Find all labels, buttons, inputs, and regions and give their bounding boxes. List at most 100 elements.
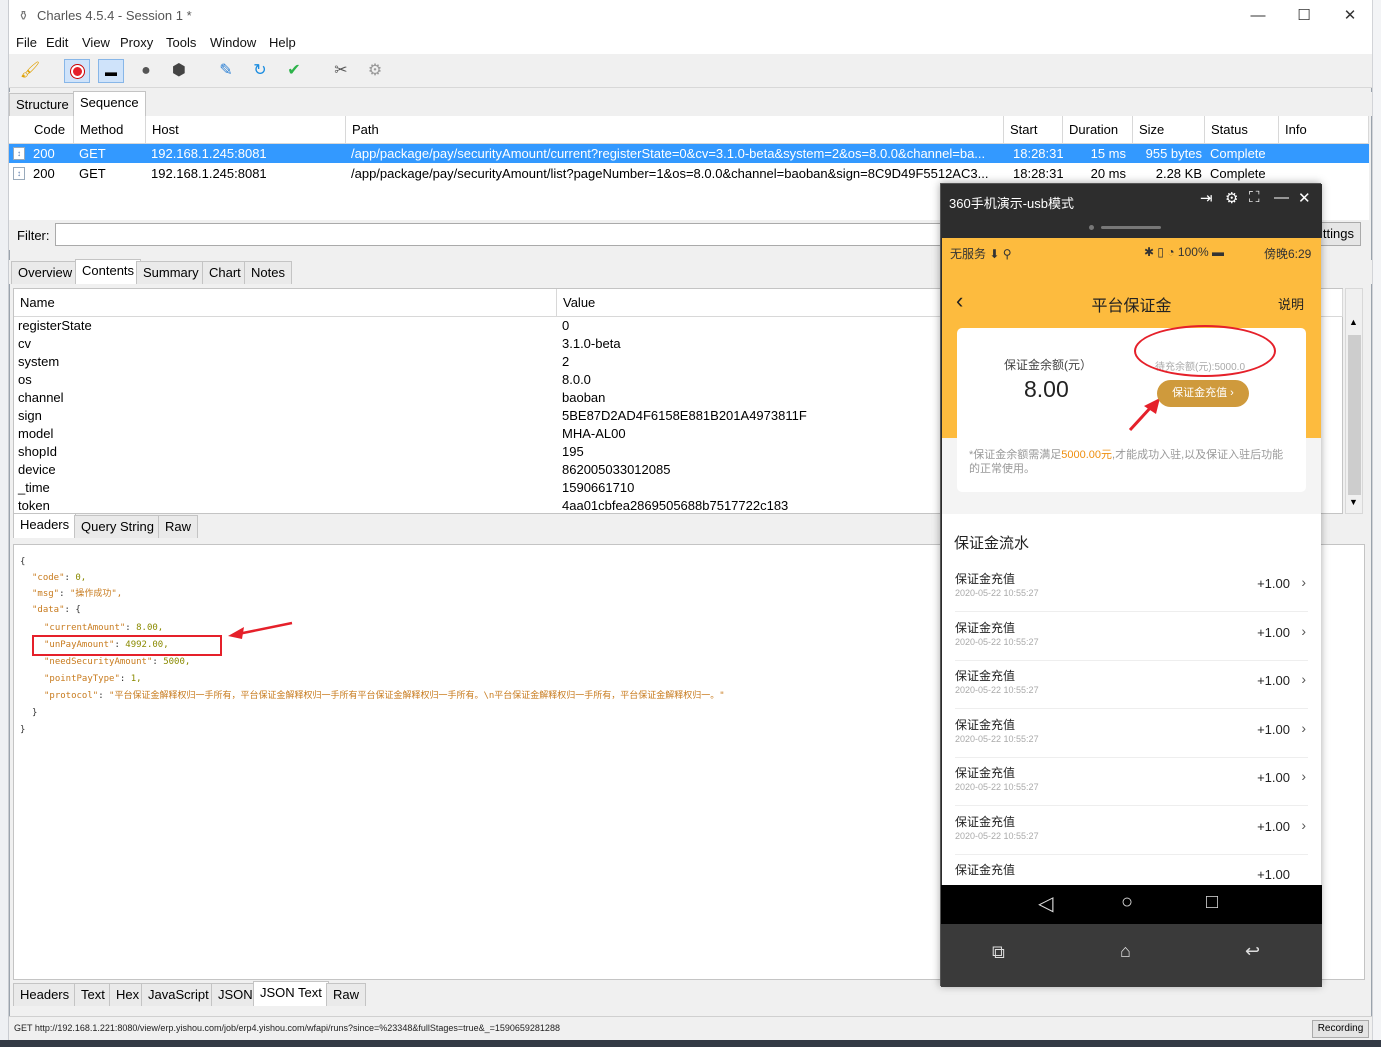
minimize-button[interactable]: —	[1243, 4, 1273, 28]
table-row[interactable]: ↕ 200 GET 192.168.1.245:8081 /app/packag…	[9, 144, 1369, 163]
flow-type: 保证金充值	[955, 766, 1016, 780]
chevron-right-icon: ›	[1301, 768, 1306, 784]
chevron-right-icon: ›	[1301, 623, 1306, 639]
json-line: "needSecurityAmount": 5000,	[44, 657, 191, 667]
gear-icon[interactable]: ⚙	[1225, 189, 1238, 207]
explain-link[interactable]: 说明	[1278, 294, 1304, 313]
tab-sequence[interactable]: Sequence	[73, 91, 146, 116]
request-icon: ↕	[13, 147, 25, 160]
cell-method: GET	[79, 146, 106, 161]
tab-javascript[interactable]: JavaScript	[141, 983, 216, 1006]
nav-back-icon[interactable]: ◁	[1038, 891, 1053, 916]
record-icon[interactable]	[64, 59, 90, 83]
throttle-icon[interactable]: ▬	[98, 59, 124, 83]
nav-recents-icon[interactable]: □	[1206, 891, 1218, 914]
menu-proxy[interactable]: Proxy	[120, 35, 153, 50]
col-status[interactable]: Status	[1205, 116, 1279, 144]
table-row[interactable]: ↕ 200 GET 192.168.1.245:8081 /app/packag…	[9, 164, 1369, 183]
recording-button[interactable]: Recording	[1312, 1020, 1369, 1038]
maximize-button[interactable]: ☐	[1289, 4, 1319, 28]
pen-icon[interactable]: ✎	[213, 59, 239, 83]
broom-icon[interactable]: 🖌	[17, 59, 43, 83]
menu-view[interactable]: View	[82, 35, 110, 50]
stop-icon[interactable]: ⬢	[166, 59, 192, 83]
minimize-icon[interactable]: —	[1274, 189, 1289, 206]
param-value: 5BE87D2AD4F6158E881B201A4973811F	[562, 408, 807, 423]
tools-icon[interactable]: ✂	[328, 59, 354, 83]
annotation-highlight-box	[32, 635, 222, 656]
tab-json-text[interactable]: JSON Text	[253, 981, 329, 1006]
json-value: 8.00,	[136, 623, 164, 633]
scroll-up-icon[interactable]: ▲	[1349, 317, 1358, 327]
flow-amount: +1.00	[1257, 819, 1290, 834]
menu-help[interactable]: Help	[269, 35, 296, 50]
return-icon[interactable]: ↩	[1245, 941, 1260, 962]
title-bar: ⚱ Charles 4.5.4 - Session 1 * — ☐ ✕	[9, 0, 1372, 32]
param-name: system	[18, 354, 60, 369]
chevron-right-icon: ›	[1301, 671, 1306, 687]
flow-type: 保证金充值	[955, 718, 1016, 732]
close-icon[interactable]: ✕	[1298, 189, 1311, 207]
list-item[interactable]: 保证金充值 2020-05-22 10:55:27 +1.00 ›	[955, 710, 1308, 758]
tab-query-string[interactable]: Query String	[74, 515, 161, 538]
col-start[interactable]: Start	[1004, 116, 1063, 144]
col-host[interactable]: Host	[146, 116, 346, 144]
param-name: device	[18, 462, 56, 477]
param-value: 8.0.0	[562, 372, 591, 387]
menu-edit[interactable]: Edit	[46, 35, 68, 50]
col-path[interactable]: Path	[346, 116, 1004, 144]
menu-tools[interactable]: Tools	[166, 35, 196, 50]
json-line: {	[20, 557, 26, 567]
tab-request-raw[interactable]: Raw	[158, 515, 199, 538]
col-method[interactable]: Method	[74, 116, 146, 144]
col-size[interactable]: Size	[1133, 116, 1205, 144]
chevron-right-icon: ›	[1301, 817, 1306, 833]
param-name: model	[18, 426, 54, 441]
param-name: os	[18, 372, 32, 387]
tab-request-headers[interactable]: Headers	[13, 513, 77, 538]
phone-drag-handle[interactable]	[941, 216, 1322, 238]
list-item[interactable]: 保证金充值 2020-05-22 10:55:27 +1.00 ›	[955, 807, 1308, 855]
list-item[interactable]: 保证金充值 2020-05-22 10:55:27 +1.00 ›	[955, 564, 1308, 612]
scroll-down-icon[interactable]: ▼	[1349, 497, 1358, 507]
json-line: }	[32, 708, 38, 718]
list-item[interactable]: 保证金充值 2020-05-22 10:55:27 +1.00 ›	[955, 758, 1308, 806]
flow-section: 保证金流水 保证金充值 2020-05-22 10:55:27 +1.00 › 保证金…	[942, 514, 1321, 885]
tab-response-raw[interactable]: Raw	[326, 983, 367, 1006]
fullscreen-icon[interactable]: ⛶	[1249, 189, 1260, 206]
list-item[interactable]: 保证金充值 2020-05-22 10:55:27 +1.00 ›	[955, 661, 1308, 709]
tab-overview[interactable]: Overview	[11, 261, 80, 284]
menu-bar: File Edit View Proxy Tools Window Help	[9, 32, 1372, 54]
list-item[interactable]: 保证金充值 +1.00	[955, 855, 1308, 885]
validate-icon[interactable]: ✔	[281, 59, 307, 83]
col-duration[interactable]: Duration	[1063, 116, 1133, 144]
pin-icon[interactable]: ⇥	[1200, 189, 1213, 207]
close-button[interactable]: ✕	[1335, 4, 1365, 28]
settings-icon[interactable]: ⚙	[362, 59, 388, 83]
col-code[interactable]: Code	[28, 116, 74, 144]
turtle-icon[interactable]: ●	[133, 59, 159, 83]
tab-notes[interactable]: Notes	[244, 261, 292, 284]
tab-contents[interactable]: Contents	[75, 259, 142, 284]
list-item[interactable]: 保证金充值 2020-05-22 10:55:27 +1.00 ›	[955, 613, 1308, 661]
menu-window[interactable]: Window	[210, 35, 256, 50]
tab-response-headers[interactable]: Headers	[13, 983, 77, 1006]
home-icon[interactable]: ⌂	[1120, 941, 1131, 962]
scrollbar-thumb[interactable]	[1348, 335, 1361, 495]
menu-file[interactable]: File	[16, 35, 37, 50]
task-switch-icon[interactable]: ⧉	[992, 942, 1005, 963]
tab-text[interactable]: Text	[74, 983, 112, 1006]
param-value: baoban	[562, 390, 606, 405]
nav-home-icon[interactable]: ○	[1121, 891, 1133, 914]
refresh-icon[interactable]: ↻	[247, 59, 273, 83]
query-scrollbar[interactable]: ▲ ▼	[1345, 288, 1363, 514]
json-key: "protocol"	[44, 691, 99, 701]
tab-structure[interactable]: Structure	[9, 93, 76, 116]
col-name[interactable]: Name	[14, 289, 557, 317]
recharge-button[interactable]: 保证金充值 ›	[1157, 380, 1249, 407]
tab-summary[interactable]: Summary	[136, 261, 206, 284]
col-info[interactable]: Info	[1279, 116, 1369, 144]
battery-text: 100%	[1177, 245, 1209, 259]
toolbar: 🖌 ▬ ● ⬢ ✎ ↻ ✔ ✂ ⚙	[9, 54, 1372, 88]
tab-chart[interactable]: Chart	[202, 261, 248, 284]
